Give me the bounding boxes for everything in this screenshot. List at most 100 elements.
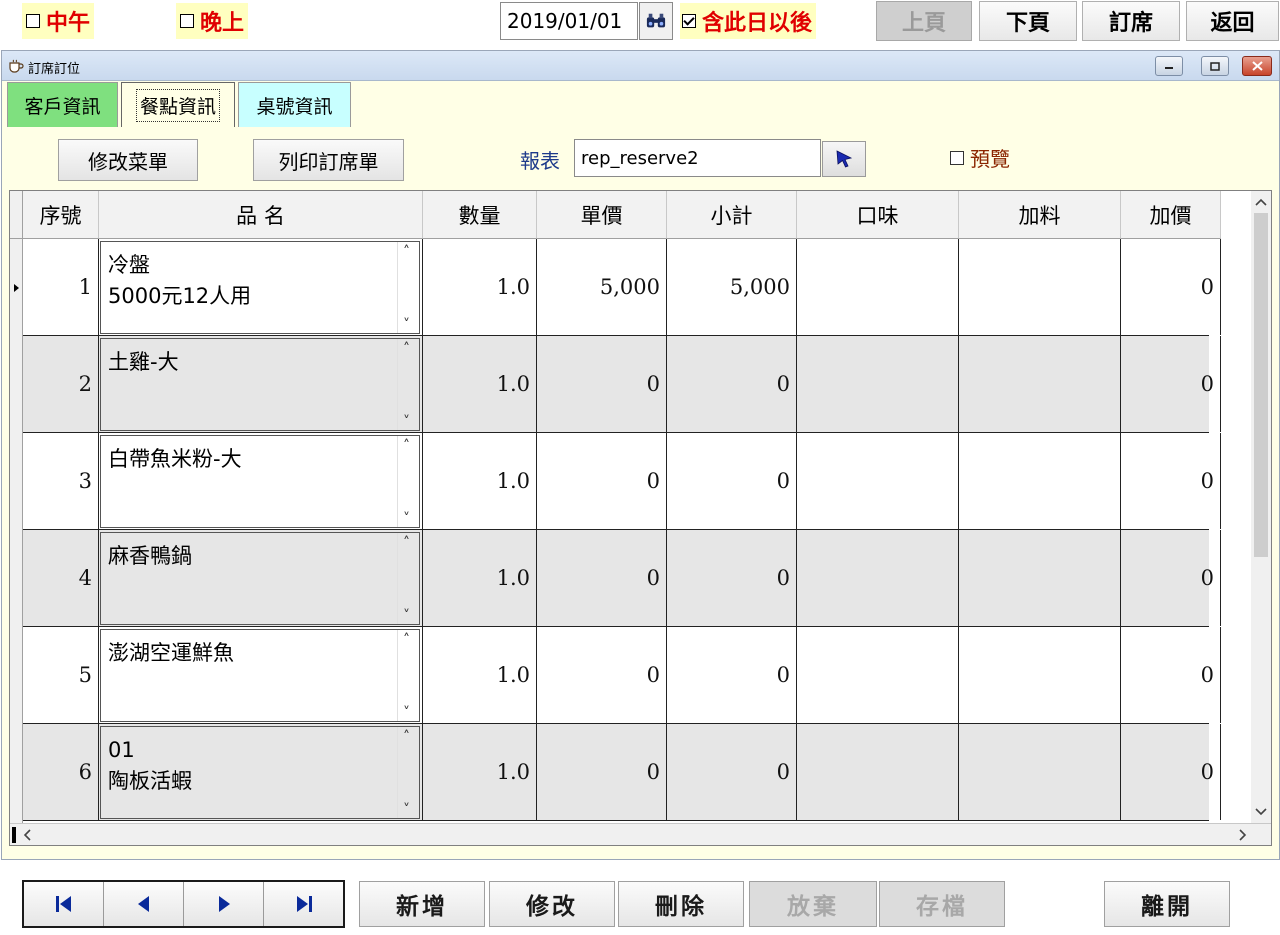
report-input[interactable]: [574, 139, 821, 177]
tab-table-info[interactable]: 桌號資訊: [238, 82, 351, 127]
item-name-scrollbar[interactable]: ˄ ˅: [397, 533, 419, 624]
cell-subtotal[interactable]: 0: [667, 627, 797, 723]
print-order-button[interactable]: 列印訂席單: [253, 139, 404, 181]
item-name-editbox[interactable]: 麻香鴨鍋 ˄ ˅: [100, 532, 420, 625]
chevron-up-icon[interactable]: ˄: [403, 632, 410, 648]
chevron-down-icon[interactable]: ˅: [403, 802, 410, 818]
report-select-button[interactable]: [822, 141, 866, 177]
cell-qty[interactable]: 1.0: [423, 627, 537, 723]
item-name-editbox[interactable]: 01 陶板活蝦 ˄ ˅: [100, 726, 420, 819]
chevron-down-icon[interactable]: ˅: [403, 705, 410, 721]
tab-customer-info[interactable]: 客戶資訊: [7, 82, 118, 127]
cell-addon[interactable]: [959, 336, 1121, 432]
column-header-addon[interactable]: 加料: [959, 191, 1121, 239]
next-page-button[interactable]: 下頁: [979, 1, 1077, 41]
cell-addon[interactable]: [959, 724, 1121, 820]
delete-button[interactable]: 刪除: [618, 881, 744, 927]
cell-flavor[interactable]: [797, 336, 959, 432]
item-name-scrollbar[interactable]: ˄ ˅: [397, 727, 419, 818]
cell-name[interactable]: 土雞-大 ˄ ˅: [99, 336, 423, 432]
edit-button[interactable]: 修改: [489, 881, 615, 927]
cell-price[interactable]: 0: [537, 724, 667, 820]
cell-addon[interactable]: [959, 239, 1121, 335]
chevron-down-icon[interactable]: ˅: [403, 608, 410, 624]
chevron-down-icon[interactable]: ˅: [403, 317, 410, 333]
table-row[interactable]: 6 01 陶板活蝦 ˄ ˅ 1.0 0 0 0: [23, 724, 1221, 821]
cell-flavor[interactable]: [797, 724, 959, 820]
close-button[interactable]: [1242, 56, 1272, 76]
cell-flavor[interactable]: [797, 530, 959, 626]
restore-button[interactable]: [1201, 56, 1229, 76]
column-header-extra[interactable]: 加價: [1121, 191, 1221, 239]
column-header-qty[interactable]: 數量: [423, 191, 537, 239]
table-row[interactable]: 1 冷盤 5000元12人用 ˄ ˅ 1.0 5,000 5,000 0: [23, 239, 1221, 336]
cell-name[interactable]: 01 陶板活蝦 ˄ ˅: [99, 724, 423, 820]
item-name-scrollbar[interactable]: ˄ ˅: [397, 339, 419, 430]
prev-page-button[interactable]: 上頁: [876, 1, 972, 41]
table-row[interactable]: 5 澎湖空運鮮魚 ˄ ˅ 1.0 0 0 0: [23, 627, 1221, 724]
cell-subtotal[interactable]: 0: [667, 530, 797, 626]
horizontal-scroll-thumb[interactable]: [12, 827, 16, 843]
cell-flavor[interactable]: [797, 433, 959, 529]
vertical-scroll-thumb[interactable]: [1254, 213, 1268, 557]
cell-price[interactable]: 5,000: [537, 239, 667, 335]
discard-button[interactable]: 放棄: [749, 881, 877, 927]
cell-extra[interactable]: 0: [1121, 239, 1221, 335]
cell-name[interactable]: 澎湖空運鮮魚 ˄ ˅: [99, 627, 423, 723]
table-row[interactable]: 2 土雞-大 ˄ ˅ 1.0 0 0 0: [23, 336, 1221, 433]
cell-addon[interactable]: [959, 627, 1121, 723]
cell-price[interactable]: 0: [537, 530, 667, 626]
column-header-name[interactable]: 品 名: [99, 191, 423, 239]
table-row[interactable]: 4 麻香鴨鍋 ˄ ˅ 1.0 0 0 0: [23, 530, 1221, 627]
cell-name[interactable]: 白帶魚米粉-大 ˄ ˅: [99, 433, 423, 529]
noon-checkbox-box[interactable]: [26, 14, 40, 28]
cell-qty[interactable]: 1.0: [423, 530, 537, 626]
reserve-button[interactable]: 訂席: [1082, 1, 1180, 41]
item-name-editbox[interactable]: 土雞-大 ˄ ˅: [100, 338, 420, 431]
add-button[interactable]: 新增: [359, 881, 485, 927]
cell-extra[interactable]: 0: [1121, 724, 1221, 820]
item-name-scrollbar[interactable]: ˄ ˅: [397, 630, 419, 721]
cell-qty[interactable]: 1.0: [423, 239, 537, 335]
exit-button[interactable]: 離開: [1104, 881, 1230, 927]
vertical-scrollbar[interactable]: [1251, 191, 1271, 823]
first-record-button[interactable]: [24, 882, 104, 926]
tab-meal-info[interactable]: 餐點資訊: [121, 82, 235, 127]
cell-seq[interactable]: 1: [23, 239, 99, 335]
cell-addon[interactable]: [959, 433, 1121, 529]
cell-price[interactable]: 0: [537, 336, 667, 432]
row-selector-column[interactable]: [10, 239, 23, 823]
back-button[interactable]: 返回: [1186, 1, 1279, 41]
cell-extra[interactable]: 0: [1121, 433, 1221, 529]
date-picker-button[interactable]: [639, 2, 673, 40]
evening-checkbox-box[interactable]: [180, 14, 194, 28]
cell-seq[interactable]: 6: [23, 724, 99, 820]
chevron-up-icon[interactable]: ˄: [403, 341, 410, 357]
item-name-scrollbar[interactable]: ˄ ˅: [397, 436, 419, 527]
edit-menu-button[interactable]: 修改菜單: [58, 139, 198, 181]
cell-price[interactable]: 0: [537, 433, 667, 529]
column-header-seq[interactable]: 序號: [23, 191, 99, 239]
evening-checkbox[interactable]: 晚上: [176, 3, 249, 39]
item-name-editbox[interactable]: 冷盤 5000元12人用 ˄ ˅: [100, 241, 420, 334]
cell-subtotal[interactable]: 0: [667, 724, 797, 820]
cell-extra[interactable]: 0: [1121, 336, 1221, 432]
chevron-down-icon[interactable]: ˅: [403, 511, 410, 527]
item-name-editbox[interactable]: 澎湖空運鮮魚 ˄ ˅: [100, 629, 420, 722]
preview-checkbox-box[interactable]: [950, 150, 964, 165]
cell-flavor[interactable]: [797, 627, 959, 723]
cell-flavor[interactable]: [797, 239, 959, 335]
cell-subtotal[interactable]: 0: [667, 336, 797, 432]
last-record-button[interactable]: [264, 882, 343, 926]
item-name-scrollbar[interactable]: ˄ ˅: [397, 242, 419, 333]
cell-qty[interactable]: 1.0: [423, 336, 537, 432]
minimize-button[interactable]: [1155, 56, 1183, 76]
cell-extra[interactable]: 0: [1121, 627, 1221, 723]
cell-qty[interactable]: 1.0: [423, 724, 537, 820]
horizontal-scrollbar[interactable]: [10, 823, 1271, 845]
cell-name[interactable]: 麻香鴨鍋 ˄ ˅: [99, 530, 423, 626]
cell-subtotal[interactable]: 5,000: [667, 239, 797, 335]
cell-extra[interactable]: 0: [1121, 530, 1221, 626]
chevron-up-icon[interactable]: ˄: [403, 438, 410, 454]
next-record-button[interactable]: [184, 882, 264, 926]
